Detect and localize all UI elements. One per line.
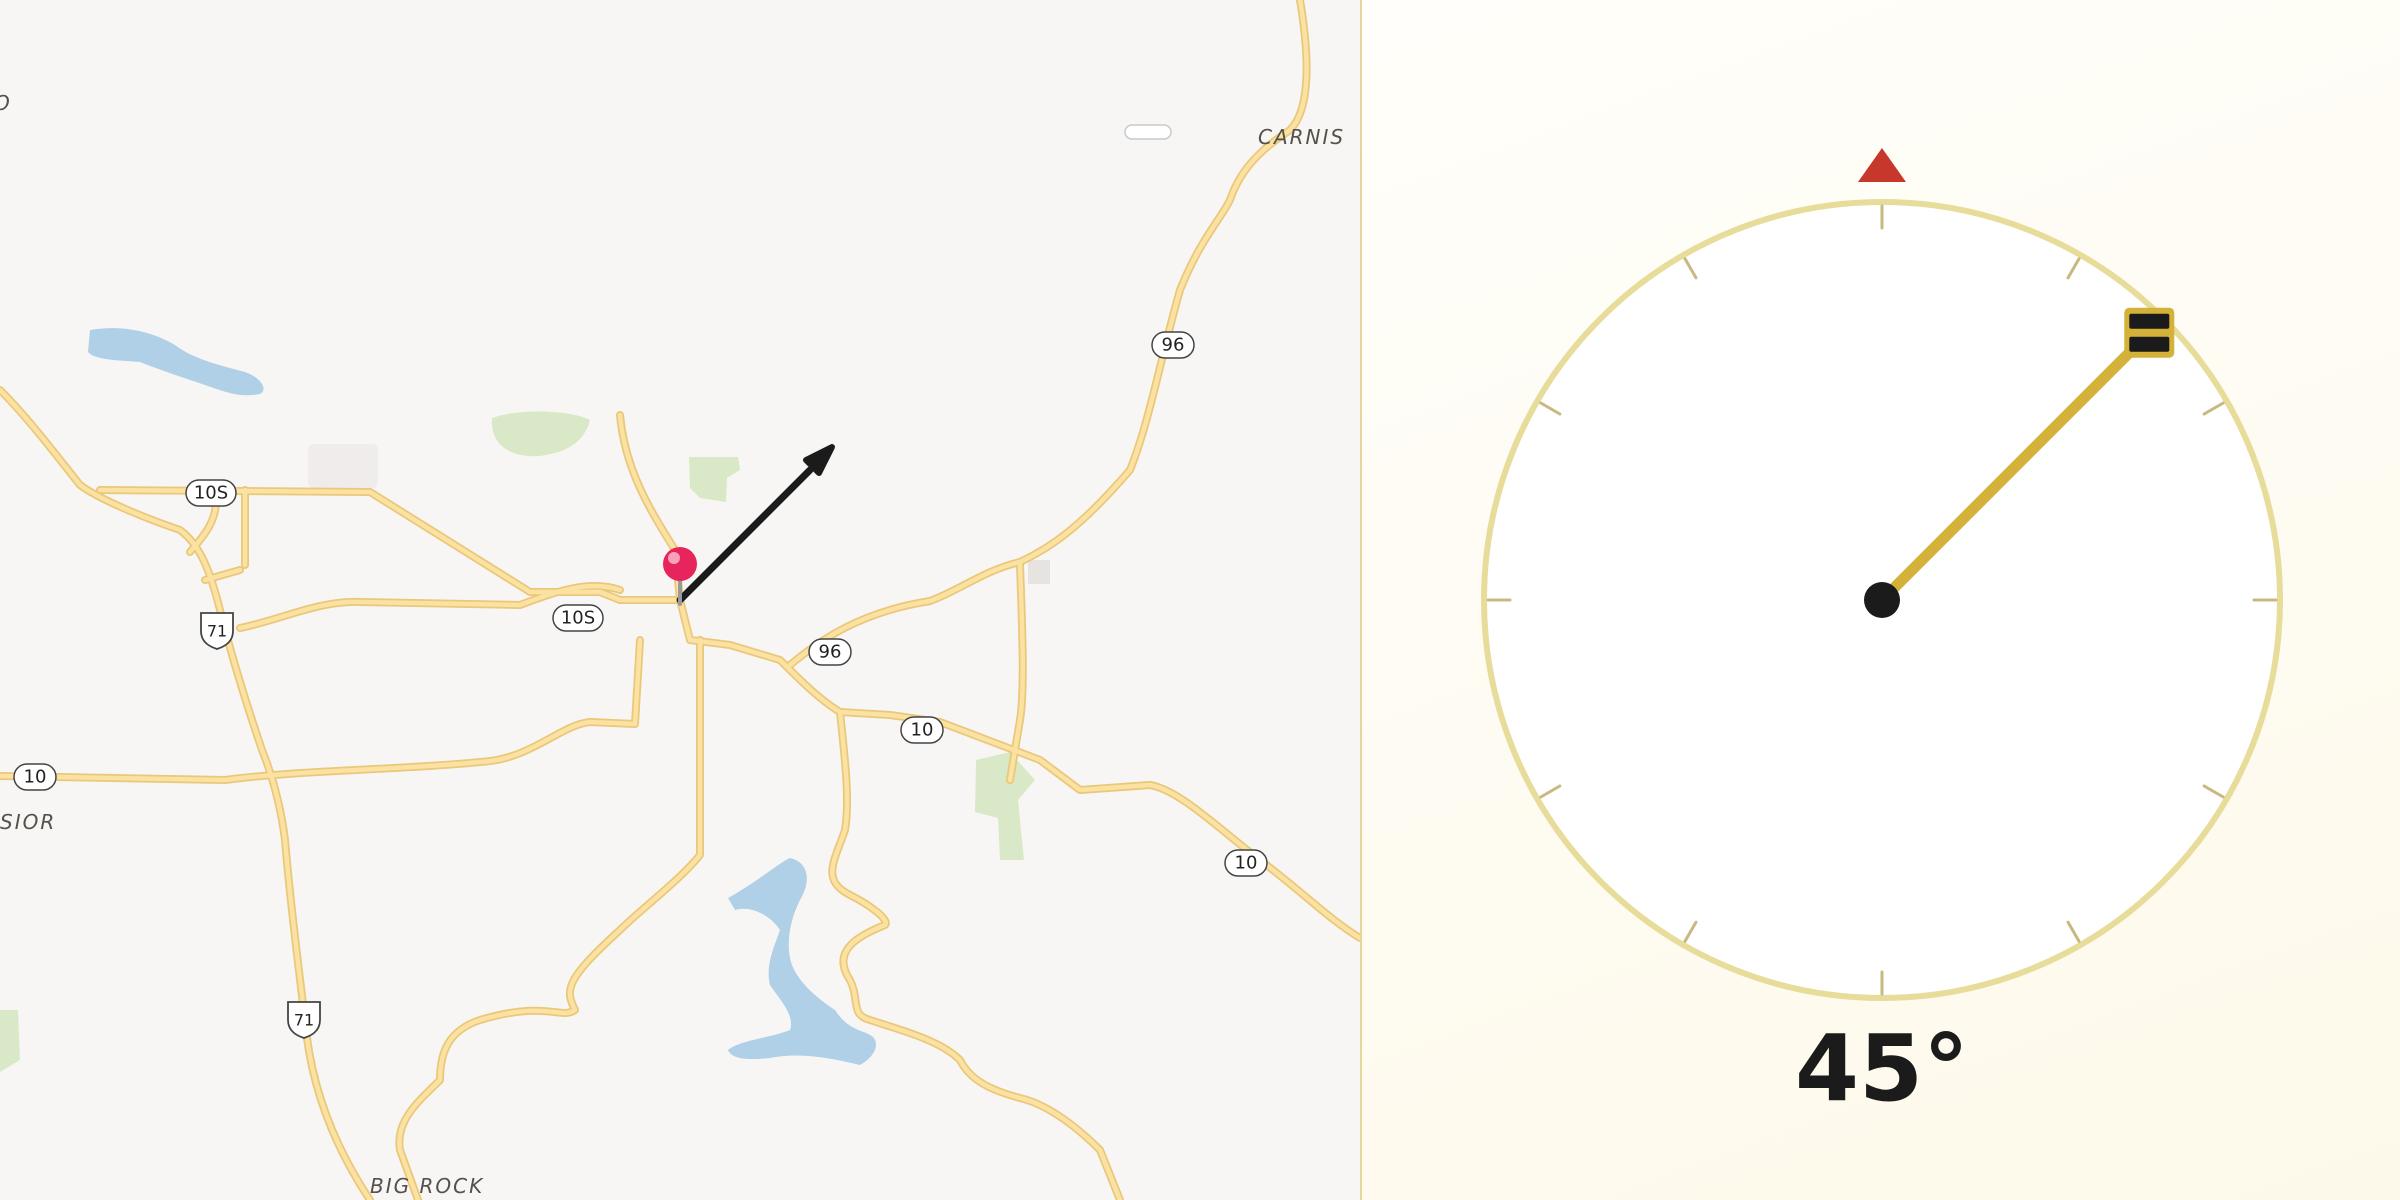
- route-shield-10s: 10S: [552, 604, 604, 632]
- compass-dial[interactable]: 45°: [1362, 0, 2400, 1200]
- park-area: [491, 411, 590, 457]
- route-shield-10: 10: [13, 763, 57, 791]
- route-shield-10: 10: [900, 716, 944, 744]
- route-shield-10: 10: [1224, 849, 1268, 877]
- building-area: [1028, 560, 1050, 584]
- parks: [0, 411, 1050, 1072]
- svg-text:10: 10: [1235, 853, 1258, 874]
- lake-south: [728, 858, 876, 1065]
- svg-text:10S: 10S: [194, 483, 228, 504]
- svg-text:71: 71: [207, 622, 227, 641]
- town-labels: CARNIS BIG ROCK SIOR O: [0, 91, 1345, 1198]
- svg-text:10: 10: [24, 767, 47, 788]
- compass-panel: 45°: [1362, 0, 2400, 1200]
- town-label-carnis: CARNIS: [1258, 125, 1345, 149]
- svg-text:71: 71: [294, 1011, 314, 1030]
- heading-readout: 45°: [1795, 1015, 1969, 1122]
- lake-west: [88, 328, 264, 396]
- route-shield-10s: 10S: [185, 479, 237, 507]
- route-shield-96: 96: [1151, 331, 1195, 359]
- needle-hub: [1864, 582, 1900, 618]
- heading-drag-handle[interactable]: [2124, 307, 2175, 358]
- pond: [1124, 124, 1172, 140]
- park-area: [0, 1010, 20, 1072]
- north-marker-icon: [1858, 148, 1906, 182]
- park-area: [975, 752, 1035, 860]
- svg-text:10: 10: [911, 720, 934, 741]
- map-panel[interactable]: 10S 10S 71 71 96 96 10 10 10 CARNIS BIG …: [0, 0, 1360, 1200]
- location-pin-icon[interactable]: [663, 547, 697, 606]
- route-shield-71: 71: [200, 612, 234, 650]
- route-shield-71: 71: [287, 1001, 321, 1039]
- route-shield-96: 96: [808, 638, 852, 666]
- map-canvas[interactable]: 10S 10S 71 71 96 96 10 10 10 CARNIS BIG …: [0, 0, 1360, 1200]
- svg-text:10S: 10S: [561, 608, 595, 629]
- park-area: [689, 457, 740, 502]
- svg-text:96: 96: [819, 642, 842, 663]
- town-label-west: O: [0, 91, 12, 115]
- town-label-excelsior: SIOR: [0, 810, 56, 834]
- svg-text:96: 96: [1162, 335, 1185, 356]
- town-label-big-rock: BIG ROCK: [370, 1174, 484, 1198]
- building-area: [308, 444, 378, 488]
